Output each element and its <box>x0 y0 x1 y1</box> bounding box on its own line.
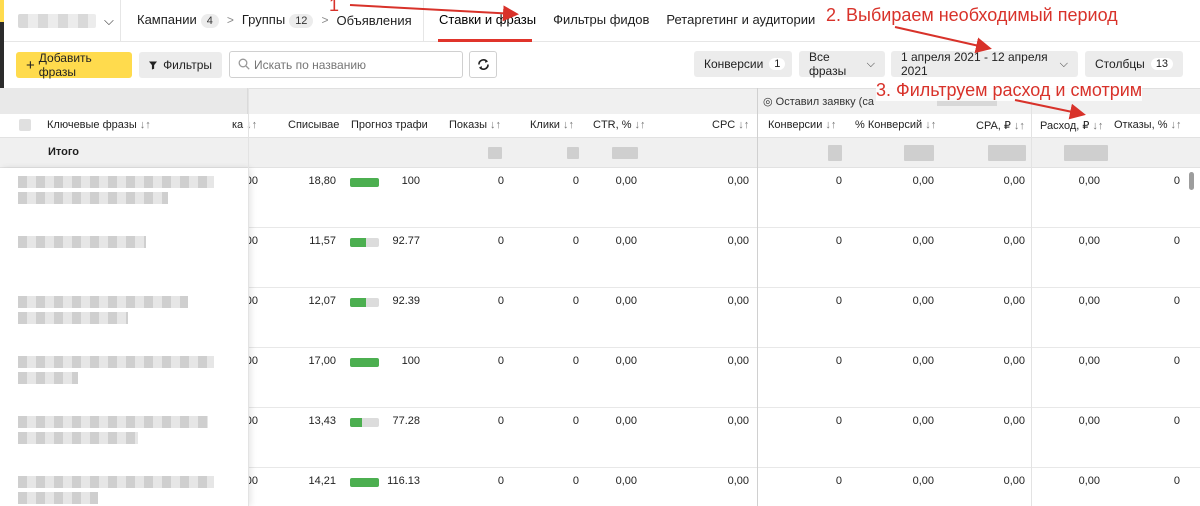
annotation-arrow-1 <box>349 4 519 22</box>
annotation-arrow-3 <box>1014 99 1086 120</box>
annotation-arrow-2 <box>894 26 992 54</box>
annotation-arrows <box>349 4 1086 120</box>
page: ⌵ Кампании 4 > Группы 12 > Объявления Став… <box>0 0 1200 506</box>
